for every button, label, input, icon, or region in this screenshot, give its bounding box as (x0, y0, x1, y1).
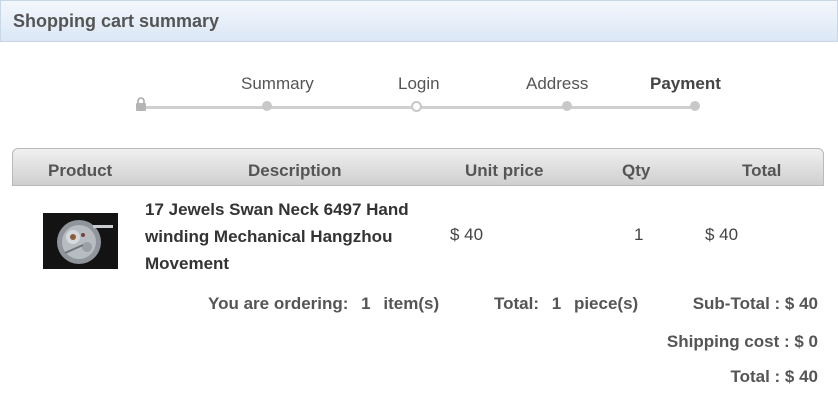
step-payment: Payment (650, 74, 721, 93)
lock-icon (136, 97, 146, 111)
step-payment-dot (690, 101, 700, 111)
ordering-label: You are ordering: (208, 294, 349, 313)
pieces-summary: Total: 1 piece(s) (494, 294, 638, 314)
column-header-description: Description (248, 161, 342, 180)
product-description[interactable]: 17 Jewels Swan Neck 6497 Hand winding Me… (145, 196, 445, 277)
total-pieces-count: 1 (551, 294, 562, 313)
step-login: Login (398, 74, 440, 93)
qty-value: 1 (634, 225, 644, 244)
product-thumbnail[interactable] (43, 213, 118, 269)
ordering-unit: item(s) (383, 294, 440, 313)
cart-summary-header: Shopping cart summary (0, 0, 838, 42)
step-summary-dot (262, 101, 272, 111)
page-title: Shopping cart summary (13, 11, 220, 31)
total-pieces-unit: piece(s) (573, 294, 639, 313)
column-header-unit-price: Unit price (465, 161, 544, 180)
column-header-total: Total (742, 161, 782, 180)
total-pieces-label: Total: (494, 294, 540, 313)
subtotal: Sub-Total : $ 40 (692, 294, 818, 313)
row-total-value: $ 40 (705, 225, 739, 244)
shipping-cost: Shipping cost : $ 0 (666, 332, 818, 351)
ordering-count: 1 (361, 294, 371, 313)
ordering-summary: You are ordering: 1 item(s) (208, 294, 439, 314)
step-address-dot (562, 101, 572, 111)
column-header-qty: Qty (622, 161, 651, 180)
watch-movement-image (43, 213, 118, 269)
unit-price-value: $ 40 (450, 225, 484, 244)
step-login-dot (411, 101, 422, 112)
step-address: Address (526, 74, 589, 93)
step-summary: Summary (241, 74, 314, 93)
column-header-product: Product (48, 161, 113, 180)
cart-table-header: Product Description Unit price Qty Total (12, 148, 824, 186)
grand-total: Total : $ 40 (730, 367, 818, 386)
